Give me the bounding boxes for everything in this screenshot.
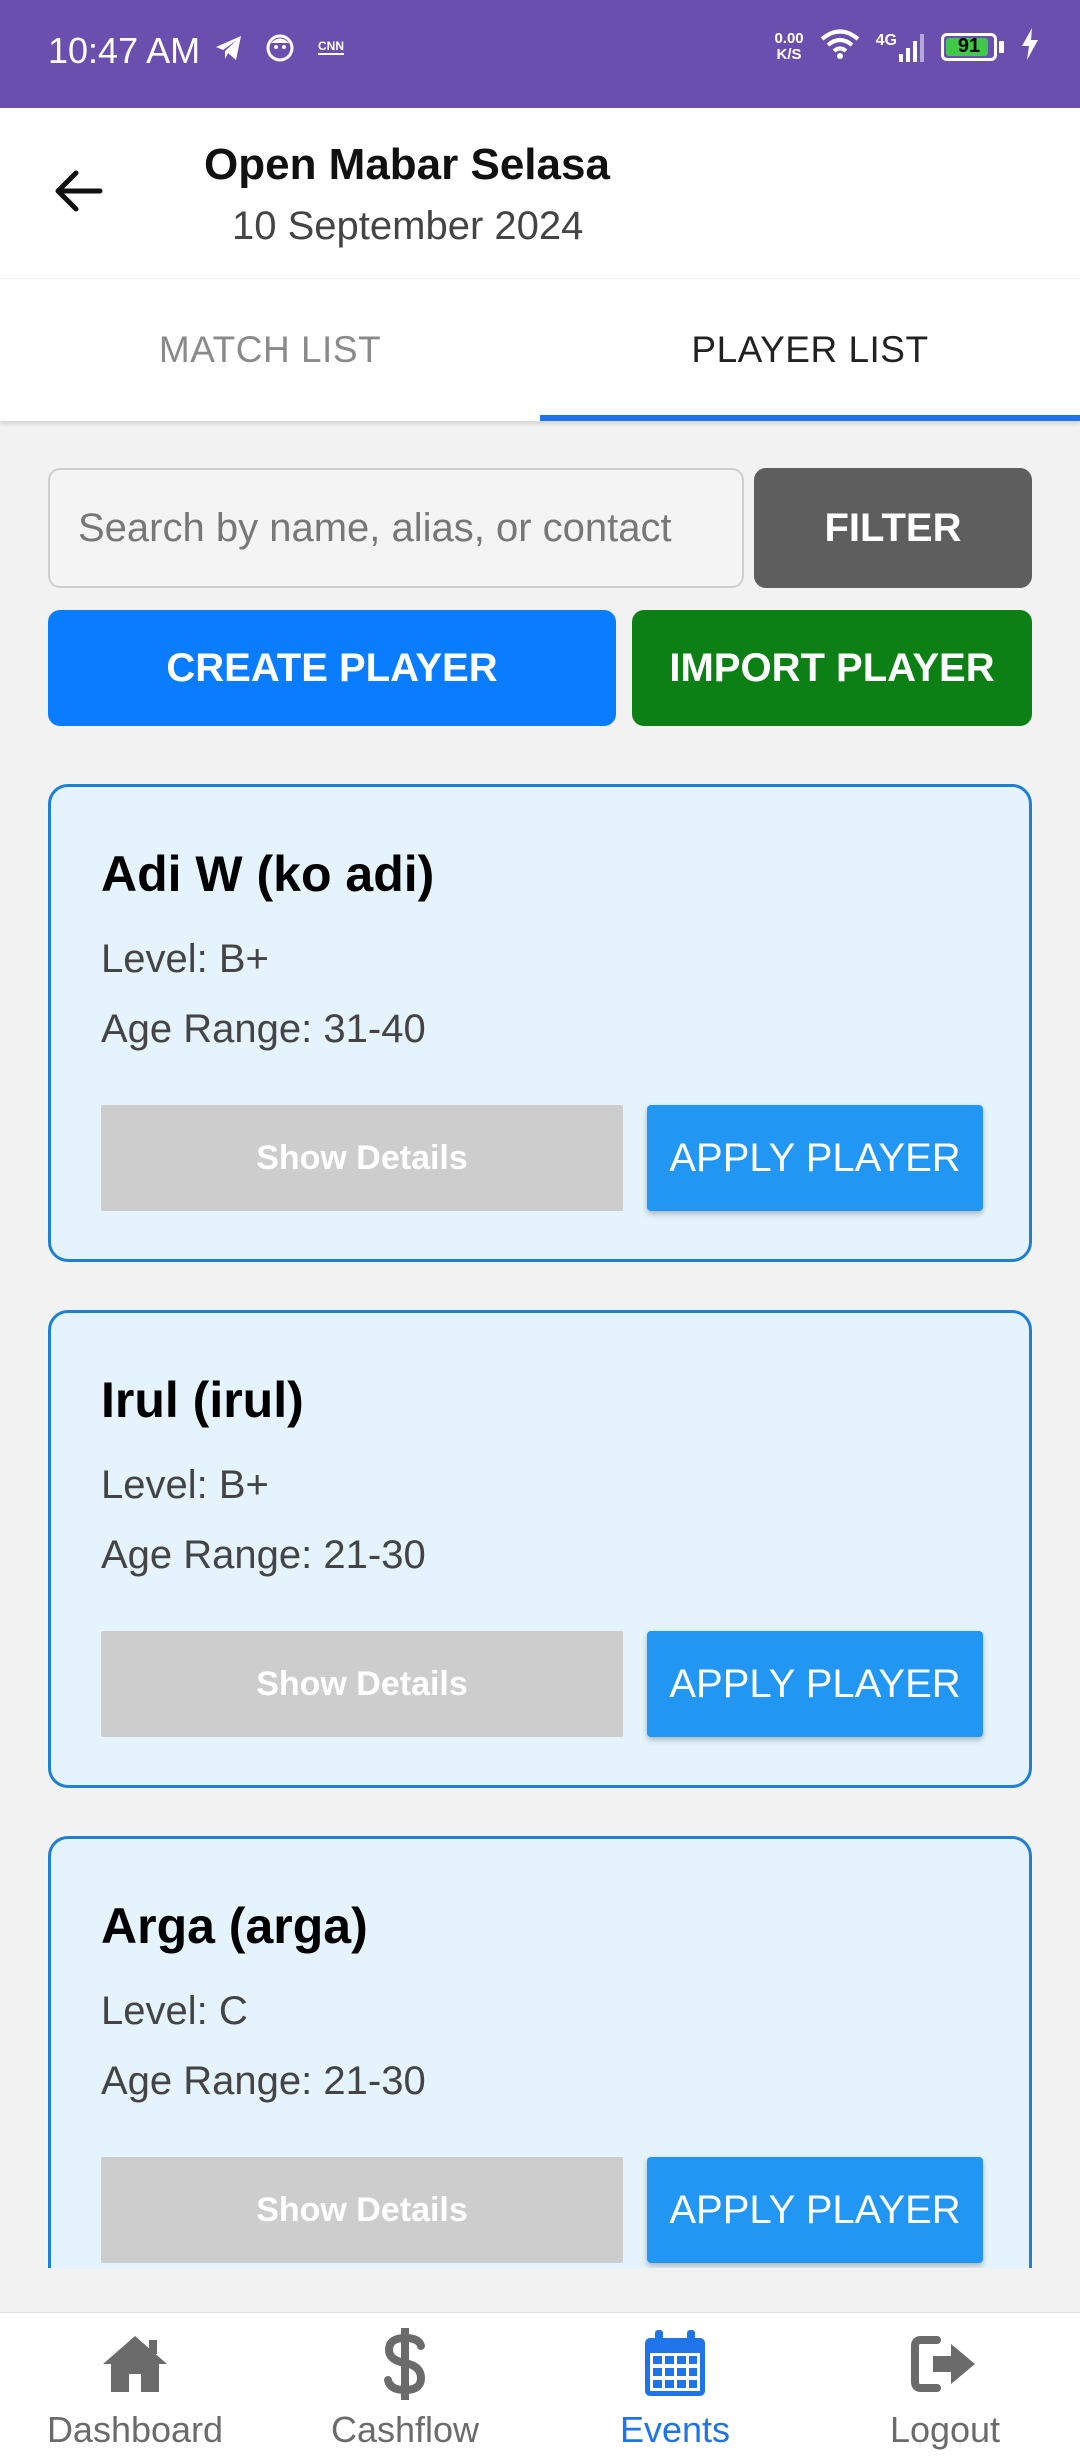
- face-icon: [266, 34, 294, 67]
- app-header: Open Mabar Selasa 10 September 2024: [0, 108, 1080, 278]
- player-card: Irul (irul) Level: B+ Age Range: 21-30 S…: [48, 1310, 1032, 1788]
- logout-icon: [911, 2336, 975, 2392]
- apply-player-button[interactable]: APPLY PLAYER: [647, 1105, 983, 1211]
- status-time: 10:47 AM: [48, 30, 201, 71]
- nav-label: Cashflow: [330, 2409, 480, 2450]
- calendar-icon: [645, 2330, 705, 2396]
- apply-player-button[interactable]: APPLY PLAYER: [647, 2157, 983, 2263]
- cnn-icon: CNN: [316, 36, 346, 65]
- home-icon: [103, 2336, 167, 2392]
- import-player-button[interactable]: IMPORT PLAYER: [632, 610, 1032, 726]
- svg-text:CNN: CNN: [318, 39, 344, 53]
- nav-events[interactable]: Events: [540, 2313, 810, 2461]
- page-subtitle: 10 September 2024: [232, 204, 584, 248]
- dollar-icon: [384, 2328, 426, 2400]
- player-level: Level: C: [101, 1989, 248, 2033]
- status-right-icons: 0.00 K/S 4G 91: [774, 28, 1040, 65]
- nav-dashboard[interactable]: Dashboard: [0, 2313, 270, 2461]
- player-name: Adi W (ko adi): [101, 846, 435, 902]
- signal-icon: 4G: [876, 32, 925, 62]
- net-speed: 0.00 K/S: [774, 29, 804, 63]
- wifi-icon: [820, 28, 860, 65]
- nav-logout[interactable]: Logout: [810, 2313, 1080, 2461]
- telegram-icon: [214, 34, 244, 67]
- player-card: Arga (arga) Level: C Age Range: 21-30 Sh…: [48, 1836, 1032, 2268]
- show-details-button[interactable]: Show Details: [101, 1105, 623, 1211]
- tab-match-list[interactable]: MATCH LIST: [0, 279, 540, 421]
- back-button[interactable]: [40, 153, 116, 229]
- apply-player-button[interactable]: APPLY PLAYER: [647, 1631, 983, 1737]
- tab-player-list[interactable]: PLAYER LIST: [540, 279, 1080, 421]
- player-name: Irul (irul): [101, 1372, 304, 1428]
- player-level: Level: B+: [101, 937, 269, 981]
- show-details-button[interactable]: Show Details: [101, 2157, 623, 2263]
- show-details-button[interactable]: Show Details: [101, 1631, 623, 1737]
- player-age-range: Age Range: 21-30: [101, 1533, 426, 1577]
- search-input[interactable]: [48, 468, 744, 588]
- battery-icon: 91: [941, 32, 1004, 61]
- player-name: Arga (arga): [101, 1898, 368, 1954]
- tab-bar: MATCH LIST PLAYER LIST: [0, 278, 1080, 421]
- status-left-icons: CNN: [214, 34, 346, 67]
- filter-button[interactable]: FILTER: [754, 468, 1032, 588]
- nav-label: Dashboard: [46, 2409, 224, 2450]
- arrow-left-icon: [55, 170, 103, 212]
- nav-label: Events: [619, 2409, 731, 2450]
- player-age-range: Age Range: 21-30: [101, 2059, 426, 2103]
- bottom-nav: Dashboard Cashflow Events Logout: [0, 2312, 1080, 2461]
- nav-cashflow[interactable]: Cashflow: [270, 2313, 540, 2461]
- page-title: Open Mabar Selasa: [204, 140, 610, 189]
- player-list[interactable]: Adi W (ko adi) Level: B+ Age Range: 31-4…: [0, 770, 1080, 2268]
- tab-indicator: [540, 415, 1080, 421]
- player-age-range: Age Range: 31-40: [101, 1007, 426, 1051]
- charging-icon: [1020, 28, 1040, 65]
- create-player-button[interactable]: CREATE PLAYER: [48, 610, 616, 726]
- player-level: Level: B+: [101, 1463, 269, 1507]
- status-bar: 10:47 AM CNN 0.00 K/S 4G 91: [0, 0, 1080, 108]
- player-card: Adi W (ko adi) Level: B+ Age Range: 31-4…: [48, 784, 1032, 1262]
- nav-label: Logout: [889, 2409, 1001, 2450]
